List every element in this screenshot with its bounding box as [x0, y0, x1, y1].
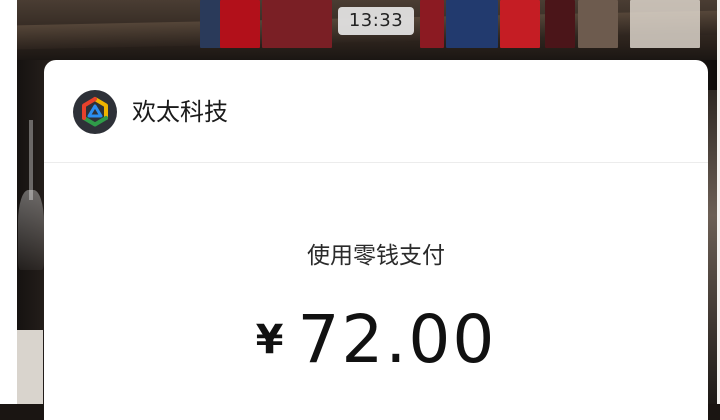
- payment-amount: 72.00: [297, 301, 497, 378]
- payment-sheet: 欢太科技 使用零钱支付 ¥72.00: [44, 60, 708, 420]
- currency-symbol: ¥: [255, 317, 284, 363]
- merchant-logo-icon: [73, 90, 117, 134]
- sheet-header: 欢太科技: [44, 60, 708, 163]
- merchant-name: 欢太科技: [132, 98, 228, 126]
- payment-method-label: 使用零钱支付: [307, 243, 445, 269]
- status-time: 13:33: [338, 7, 414, 35]
- amount-row: ¥72.00: [44, 300, 708, 380]
